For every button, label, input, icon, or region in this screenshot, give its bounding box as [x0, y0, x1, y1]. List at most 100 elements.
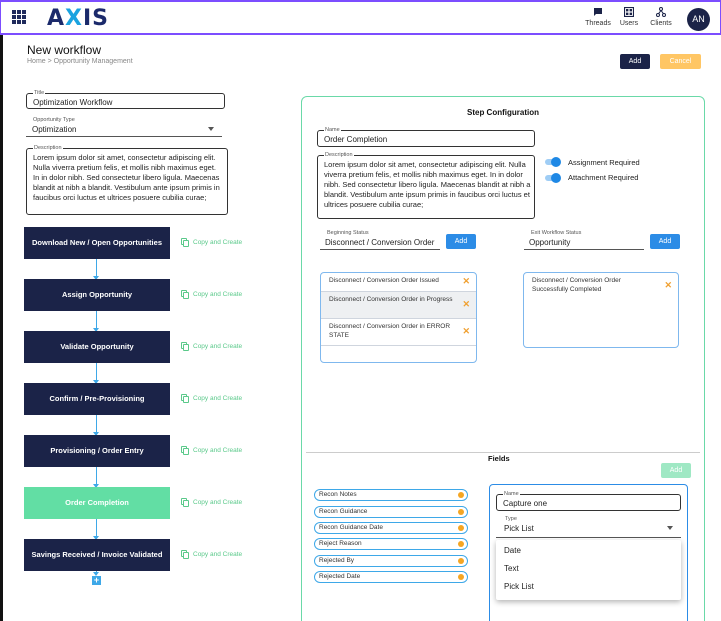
copy-and-create-label: Copy and Create	[193, 499, 243, 507]
remove-dot-icon[interactable]	[458, 574, 464, 580]
remove-dot-icon[interactable]	[458, 509, 464, 515]
copy-and-create-link[interactable]: Copy and Create	[181, 290, 242, 299]
step-confirm-pre-provisioning[interactable]: Confirm / Pre-Provisioning	[24, 383, 170, 415]
add-exit-status-button[interactable]: Add	[650, 234, 680, 249]
opportunity-type-select[interactable]: Opportunity Type Optimization	[26, 116, 222, 137]
field-type-select[interactable]: Type Pick List	[496, 515, 681, 538]
grid-users-icon	[624, 7, 634, 17]
close-icon[interactable]: ✕	[462, 327, 470, 336]
step-connector	[93, 519, 99, 540]
remove-dot-icon[interactable]	[458, 558, 464, 564]
step-connector	[93, 259, 99, 280]
exit-status-list: Disconnect / Conversion Order Successful…	[523, 272, 679, 348]
copy-icon	[181, 342, 189, 351]
step-name-field[interactable]: Name Order Completion	[317, 126, 535, 147]
add-workflow-button[interactable]: Add	[620, 54, 650, 69]
step-connector	[93, 311, 99, 332]
description-label: Description	[33, 144, 63, 152]
opportunity-type-value: Optimization	[32, 125, 77, 134]
remove-dot-icon[interactable]	[458, 492, 464, 498]
step-assign-opportunity[interactable]: Assign Opportunity	[24, 279, 170, 311]
field-name-label: Name	[503, 490, 520, 498]
title-field[interactable]: Title Optimization Workflow	[26, 89, 225, 109]
beginning-status-label: Beginning Status	[326, 229, 370, 237]
copy-and-create-link[interactable]: Copy and Create	[181, 394, 242, 403]
remove-dot-icon[interactable]	[458, 525, 464, 531]
field-chip-reject-reason[interactable]: Reject Reason	[314, 538, 468, 550]
beginning-status-value: Disconnect / Conversion Order	[325, 238, 435, 247]
field-type-label: Type	[504, 515, 518, 523]
step-configuration-heading: Step Configuration	[467, 108, 539, 117]
field-chip-recon-notes[interactable]: Recon Notes	[314, 489, 468, 501]
attachment-required-toggle[interactable]	[545, 173, 561, 183]
copy-and-create-link[interactable]: Copy and Create	[181, 498, 242, 507]
add-field-button[interactable]: Add	[661, 463, 691, 478]
chevron-down-icon	[667, 526, 673, 530]
step-download-new-open-opportunities[interactable]: Download New / Open Opportunities	[24, 227, 170, 259]
step-provisioning-order-entry[interactable]: Provisioning / Order Entry	[24, 435, 170, 467]
status-item-label: Disconnect / Conversion Order in Progres…	[329, 296, 453, 303]
copy-icon	[181, 394, 189, 403]
description-text: Lorem ipsum dolor sit amet, consectetur …	[33, 153, 220, 202]
app-launcher-icon[interactable]	[12, 10, 26, 24]
field-name-input[interactable]: Name Capture one	[496, 490, 681, 511]
step-name-value: Order Completion	[324, 135, 388, 144]
step-validate-opportunity[interactable]: Validate Opportunity	[24, 331, 170, 363]
field-chip-recon-guidance-date[interactable]: Recon Guidance Date	[314, 522, 468, 534]
copy-and-create-label: Copy and Create	[193, 239, 243, 247]
copy-and-create-link[interactable]: Copy and Create	[181, 238, 242, 247]
field-chip-rejected-by[interactable]: Rejected By	[314, 555, 468, 567]
status-item-label: Disconnect / Conversion Order Issued	[329, 277, 439, 284]
close-icon[interactable]: ✕	[462, 300, 470, 309]
step-order-completion[interactable]: Order Completion	[24, 487, 170, 519]
step-description-textarea[interactable]: Description Lorem ipsum dolor sit amet, …	[317, 151, 535, 219]
copy-and-create-link[interactable]: Copy and Create	[181, 446, 242, 455]
list-item: Disconnect / Conversion Order Issued ✕	[321, 273, 476, 292]
nav-threads[interactable]: Threads	[581, 7, 615, 27]
chip-label: Rejected Date	[319, 573, 361, 580]
axis-logo[interactable]: AXIS	[47, 6, 109, 31]
status-item-label: Disconnect / Conversion Order Successful…	[532, 277, 621, 293]
breadcrumb[interactable]: Home > Opportunity Management	[27, 58, 133, 65]
list-item: Disconnect / Conversion Order Successful…	[524, 273, 678, 300]
copy-icon	[181, 498, 189, 507]
copy-icon	[181, 550, 189, 559]
menu-item-text[interactable]: Text	[504, 564, 519, 573]
copy-and-create-label: Copy and Create	[193, 291, 243, 299]
menu-item-pick-list[interactable]: Pick List	[504, 582, 534, 591]
nav-clients[interactable]: Clients	[644, 7, 678, 27]
close-icon[interactable]: ✕	[462, 277, 470, 286]
exit-workflow-status-select[interactable]: Exit Workflow Status Opportunity	[524, 229, 644, 250]
description-textarea[interactable]: Description Lorem ipsum dolor sit amet, …	[26, 144, 228, 215]
copy-and-create-link[interactable]: Copy and Create	[181, 342, 242, 351]
remove-dot-icon[interactable]	[458, 541, 464, 547]
assignment-required-label: Assignment Required	[568, 158, 640, 167]
copy-icon	[181, 446, 189, 455]
cancel-button[interactable]: Cancel	[660, 54, 701, 69]
copy-and-create-label: Copy and Create	[193, 395, 243, 403]
add-step-button[interactable]: +	[92, 576, 101, 585]
chip-label: Recon Guidance Date	[319, 524, 383, 531]
copy-and-create-label: Copy and Create	[193, 551, 243, 559]
left-edge-strip	[0, 35, 3, 621]
step-savings-received-invoice-validated[interactable]: Savings Received / Invoice Validated	[24, 539, 170, 571]
beginning-status-select[interactable]: Beginning Status Disconnect / Conversion…	[320, 229, 440, 250]
top-bar: AXIS Threads Users Clients AN	[0, 0, 721, 35]
user-avatar[interactable]: AN	[687, 8, 710, 31]
chevron-down-icon	[208, 127, 214, 131]
chip-label: Reject Reason	[319, 540, 362, 547]
field-type-value: Pick List	[504, 524, 534, 533]
assignment-required-toggle[interactable]	[545, 157, 561, 167]
close-icon[interactable]: ✕	[664, 281, 672, 290]
copy-icon	[181, 238, 189, 247]
menu-item-date[interactable]: Date	[504, 546, 521, 555]
field-chip-recon-guidance[interactable]: Recon Guidance	[314, 506, 468, 518]
step-connector	[93, 363, 99, 384]
add-beginning-status-button[interactable]: Add	[446, 234, 476, 249]
field-chip-rejected-date[interactable]: Rejected Date	[314, 571, 468, 583]
chat-icon	[594, 8, 602, 16]
field-type-dropdown-menu: Date Text Pick List	[496, 540, 681, 600]
nav-users[interactable]: Users	[612, 7, 646, 27]
copy-and-create-link[interactable]: Copy and Create	[181, 550, 242, 559]
step-description-label: Description	[324, 151, 354, 159]
